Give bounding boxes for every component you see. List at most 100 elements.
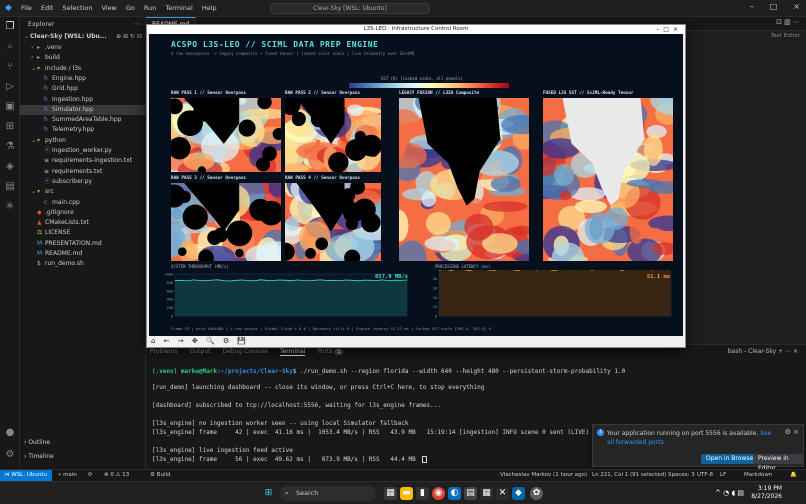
explorer-icon[interactable]: ❐	[4, 21, 16, 33]
menu-edit[interactable]: Edit	[41, 4, 54, 12]
docker-icon[interactable]: ▤	[4, 181, 16, 193]
vscode-taskbar-icon[interactable]: ◆	[512, 487, 525, 500]
tree-item[interactable]: ⚖ LICENSE	[20, 228, 146, 238]
taskbar-clock[interactable]: 3:19 PM 8/27/2026	[751, 485, 782, 501]
source-control-icon[interactable]: ⑂	[4, 61, 16, 73]
tree-item[interactable]: M PRESENTATION.md	[20, 239, 146, 249]
python-icon[interactable]: ◈	[4, 161, 16, 173]
tree-item[interactable]: ⌄▾ python	[20, 136, 146, 146]
tree-item[interactable]: h Engine.hpp	[20, 74, 146, 84]
terminal-app-icon[interactable]: ▮	[416, 487, 429, 500]
data-point	[315, 279, 316, 281]
tree-item[interactable]: › ▸ .venv	[20, 43, 146, 53]
preview-in-editor-button[interactable]: Preview in Editor	[753, 454, 803, 472]
raw-pass-4-heatmap	[285, 183, 381, 261]
system-tray-icons[interactable]: ^ ◔ ◖ ▤	[715, 489, 744, 497]
fused-sst-heatmap	[543, 98, 673, 261]
search-icon[interactable]: ⌕	[4, 41, 16, 53]
notifications-bell-icon[interactable]: 🔔	[790, 470, 797, 481]
tree-item[interactable]: h Telemetry.hpp	[20, 125, 146, 135]
menu-help[interactable]: Help	[202, 4, 217, 12]
editor-actions[interactable]: ⊡ ▥ ⋯	[776, 18, 800, 26]
legacy-fusion-title: LEGACY FUSION // L3ZA Composite	[399, 91, 480, 96]
tree-item[interactable]: h SummedAreaTable.hpp	[20, 115, 146, 125]
workspace-root[interactable]: ⌄Clear-Sky [WSL: Ubu... ⊕ ⊞ ↻ ⊟	[20, 32, 146, 42]
calculator-icon[interactable]: ▦	[480, 487, 493, 500]
tab-ports[interactable]: Ports 1	[317, 348, 344, 356]
tree-item[interactable]: ▲ CMakeLists.txt	[20, 218, 146, 228]
command-center-search[interactable]: Clear-Sky [WSL: Ubuntu]	[270, 3, 430, 14]
sync-icon[interactable]: ⟳	[88, 470, 93, 481]
tree-item[interactable]: c main.cpp	[20, 198, 146, 208]
run-debug-icon[interactable]: ▷	[4, 81, 16, 93]
menu-selection[interactable]: Selection	[62, 4, 92, 12]
cursor-position[interactable]: Ln 221, Col 1 (91 selected)	[592, 470, 666, 481]
tree-item[interactable]: › ▸ build	[20, 53, 146, 63]
problems-indicator[interactable]: ⊗ 0 ⚠ 13	[104, 470, 129, 481]
branch-indicator[interactable]: ⑂ main	[58, 470, 77, 481]
explorer-more-icon[interactable]: ⋯	[134, 20, 141, 28]
dashboard-window-controls[interactable]: –□×	[656, 25, 682, 34]
tab-debug-console[interactable]: Debug Console	[223, 348, 268, 356]
tree-item[interactable]: ⦿ subscriber.py	[20, 177, 146, 187]
tree-item[interactable]: ⌄▾ src	[20, 187, 146, 197]
chrome-icon[interactable]: ◉	[432, 487, 445, 500]
tree-item[interactable]: ≡ requirements.txt	[20, 167, 146, 177]
taskbar-search[interactable]: ⌕ Search	[280, 486, 376, 501]
terminal-actions[interactable]: bash - Clear-Sky + ⋯ ×	[728, 348, 798, 355]
settings-sync-icon[interactable]: ✳	[4, 201, 16, 213]
terminal-output: [l3s_engine] frame 56 | exec 49.62 ms | …	[152, 456, 416, 463]
menu-go[interactable]: Go	[126, 4, 135, 12]
tree-item[interactable]: ⦿ ingestion_worker.py	[20, 146, 146, 156]
remote-indicator[interactable]: ⋊ WSL: Ubuntu	[0, 470, 52, 481]
edge-icon[interactable]: ◐	[448, 487, 461, 500]
git-file-icon: ◆	[37, 208, 42, 216]
tree-item[interactable]: h Grid.hpp	[20, 84, 146, 94]
tree-item[interactable]: ◆ .gitignore	[20, 208, 146, 218]
remote-explorer-icon[interactable]: ▣	[4, 101, 16, 113]
build-button[interactable]: ⚙ Build	[150, 470, 171, 481]
tree-item[interactable]: h Ingestion.hpp	[20, 95, 146, 105]
file-explorer-icon[interactable]: ▬	[400, 487, 413, 500]
gear-icon[interactable]: ⚙	[4, 449, 16, 461]
panel-tabs: Problems Output Debug Console Terminal P…	[150, 348, 344, 356]
timeline-section[interactable]: › Timeline	[24, 453, 54, 460]
indentation-indicator[interactable]: Spaces: 3	[668, 470, 695, 481]
extensions-icon[interactable]: ⊞	[4, 121, 16, 133]
notification-controls[interactable]: ⚙ ×	[785, 428, 799, 436]
tree-item[interactable]: ⌄▾ include / l3s	[20, 64, 146, 74]
menu-view[interactable]: View	[101, 4, 116, 12]
git-blame-label[interactable]: Vlacheslav Markov (1 hour ago)	[500, 470, 587, 481]
task-view-icon[interactable]: ▦	[384, 487, 397, 500]
tab-output[interactable]: Output	[190, 348, 211, 356]
menu-file[interactable]: File	[21, 4, 32, 12]
maximize-icon[interactable]: □	[770, 2, 778, 11]
language-indicator[interactable]: Markdown	[744, 470, 772, 481]
settings-app-icon[interactable]: ✕	[496, 487, 509, 500]
testing-icon[interactable]: ⚗	[4, 141, 16, 153]
eol-indicator[interactable]: LF	[720, 470, 726, 481]
tree-item[interactable]: $ run_demo.sh	[20, 259, 146, 269]
tab-problems[interactable]: Problems	[150, 348, 178, 356]
minimize-icon[interactable]: –	[750, 2, 754, 11]
menu-run[interactable]: Run	[144, 4, 156, 12]
sst-colorbar	[349, 83, 509, 88]
tree-item[interactable]: ≡ requirements-ingestion.txt	[20, 156, 146, 166]
start-icon[interactable]: ⊞	[262, 487, 275, 500]
matplotlib-toolbar[interactable]: ⌂ ← → ✥ 🔍 ⚙ 💾	[151, 337, 249, 345]
series-area	[175, 279, 407, 316]
md-file-icon: M	[37, 239, 43, 247]
tree-item-label: CMakeLists.txt	[45, 219, 89, 227]
close-icon[interactable]: ×	[793, 2, 800, 11]
tree-item[interactable]: M README.md	[20, 249, 146, 259]
tree-item[interactable]: h Simulator.hpp	[20, 104, 146, 115]
explorer-actions-icons[interactable]: ⊕ ⊞ ↻ ⊟	[116, 32, 142, 42]
outline-section[interactable]: › Outline	[24, 439, 50, 446]
tab-terminal[interactable]: Terminal	[279, 348, 306, 356]
open-in-browser-button[interactable]: Open in Browser	[701, 454, 761, 464]
account-icon[interactable]: ●	[4, 427, 16, 439]
python-figure-icon[interactable]: ✿	[530, 487, 543, 500]
app-icon[interactable]: ▤	[464, 487, 477, 500]
menu-terminal[interactable]: Terminal	[165, 4, 192, 12]
encoding-indicator[interactable]: UTF-8	[697, 470, 713, 481]
